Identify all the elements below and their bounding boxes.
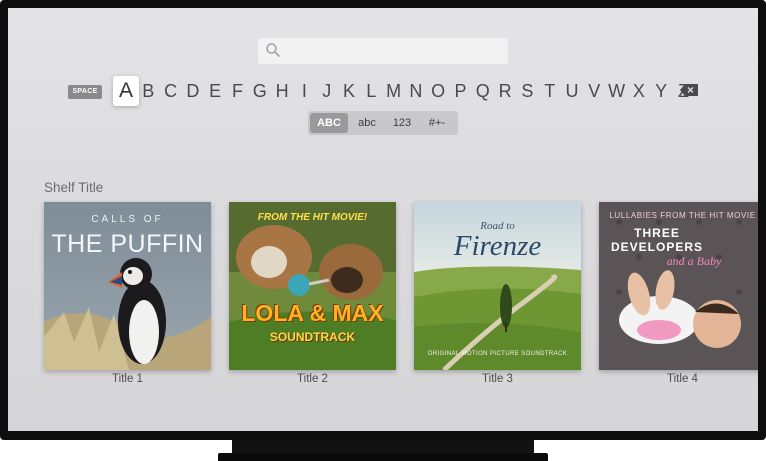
key-b[interactable]: B: [137, 76, 159, 106]
shelf-item-4[interactable]: LULLABIES FROM THE HIT MOVIE THREE DEVEL…: [599, 202, 758, 370]
key-j[interactable]: J: [316, 76, 338, 106]
search-input[interactable]: [258, 38, 508, 64]
key-d[interactable]: D: [182, 76, 204, 106]
key-l[interactable]: L: [360, 76, 382, 106]
key-o[interactable]: O: [427, 76, 449, 106]
mode-symbols[interactable]: #+-: [420, 113, 454, 133]
art-text: THE PUFFIN: [51, 230, 204, 258]
key-t[interactable]: T: [539, 76, 561, 106]
key-e[interactable]: E: [204, 76, 226, 106]
search-icon: [266, 43, 280, 57]
key-n[interactable]: N: [405, 76, 427, 106]
shelf-title: Shelf Title: [44, 180, 104, 195]
mode-lowercase[interactable]: abc: [350, 113, 384, 133]
key-v[interactable]: V: [583, 76, 605, 106]
shelf-item-title: Title 1: [112, 373, 143, 385]
space-key[interactable]: SPACE: [68, 85, 102, 99]
delete-icon[interactable]: [680, 84, 698, 96]
key-h[interactable]: H: [271, 76, 293, 106]
key-a[interactable]: A: [113, 76, 139, 106]
mode-uppercase[interactable]: ABC: [310, 113, 348, 133]
art-text: ORIGINAL MOTION PICTURE SOUNDTRACK: [427, 351, 568, 357]
album-art-lola-max: [229, 202, 396, 370]
art-text: THREE DEVELOPERS: [610, 226, 704, 254]
shelf-item-1[interactable]: CALLS OF THE PUFFIN: [44, 202, 211, 370]
key-p[interactable]: P: [450, 76, 472, 106]
key-q[interactable]: Q: [472, 76, 494, 106]
key-x[interactable]: X: [628, 76, 650, 106]
keyboard-mode-selector: ABC abc 123 #+-: [308, 111, 458, 135]
letter-row: ABCDEFGHIJKLMNOPQRSTUVWXYZ: [105, 76, 689, 106]
shelf-item-3[interactable]: Road to Firenze ORIGINAL MOTION PICTURE …: [414, 202, 581, 370]
key-f[interactable]: F: [227, 76, 249, 106]
shelf-item-title: Title 2: [297, 373, 328, 385]
art-text: CALLS OF: [91, 214, 164, 225]
key-r[interactable]: R: [494, 76, 516, 106]
key-k[interactable]: K: [338, 76, 360, 106]
key-w[interactable]: W: [606, 76, 628, 106]
art-text: and a Baby: [666, 254, 722, 268]
tv-screen: SPACE ABCDEFGHIJKLMNOPQRSTUVWXYZ ABC abc…: [8, 8, 758, 431]
art-text: SOUNDTRACK: [269, 330, 356, 344]
art-text: LOLA & MAX: [241, 300, 384, 326]
key-u[interactable]: U: [561, 76, 583, 106]
mode-numbers[interactable]: 123: [386, 113, 418, 133]
shelf-item-title: Title 4: [667, 373, 698, 385]
key-c[interactable]: C: [160, 76, 182, 106]
art-text: FROM THE HIT MOVIE!: [257, 212, 368, 223]
shelf-item-title: Title 3: [482, 373, 513, 385]
key-g[interactable]: G: [249, 76, 271, 106]
key-m[interactable]: M: [383, 76, 405, 106]
art-text: Firenze: [453, 230, 542, 262]
key-s[interactable]: S: [516, 76, 538, 106]
key-y[interactable]: Y: [650, 76, 672, 106]
tv-stand-base: [218, 453, 548, 461]
album-art-puffin: [44, 202, 211, 370]
shelf-item-2[interactable]: FROM THE HIT MOVIE! LOLA & MAX SOUNDTRAC…: [229, 202, 396, 370]
art-text: LULLABIES FROM THE HIT MOVIE: [609, 211, 756, 220]
key-i[interactable]: I: [293, 76, 315, 106]
